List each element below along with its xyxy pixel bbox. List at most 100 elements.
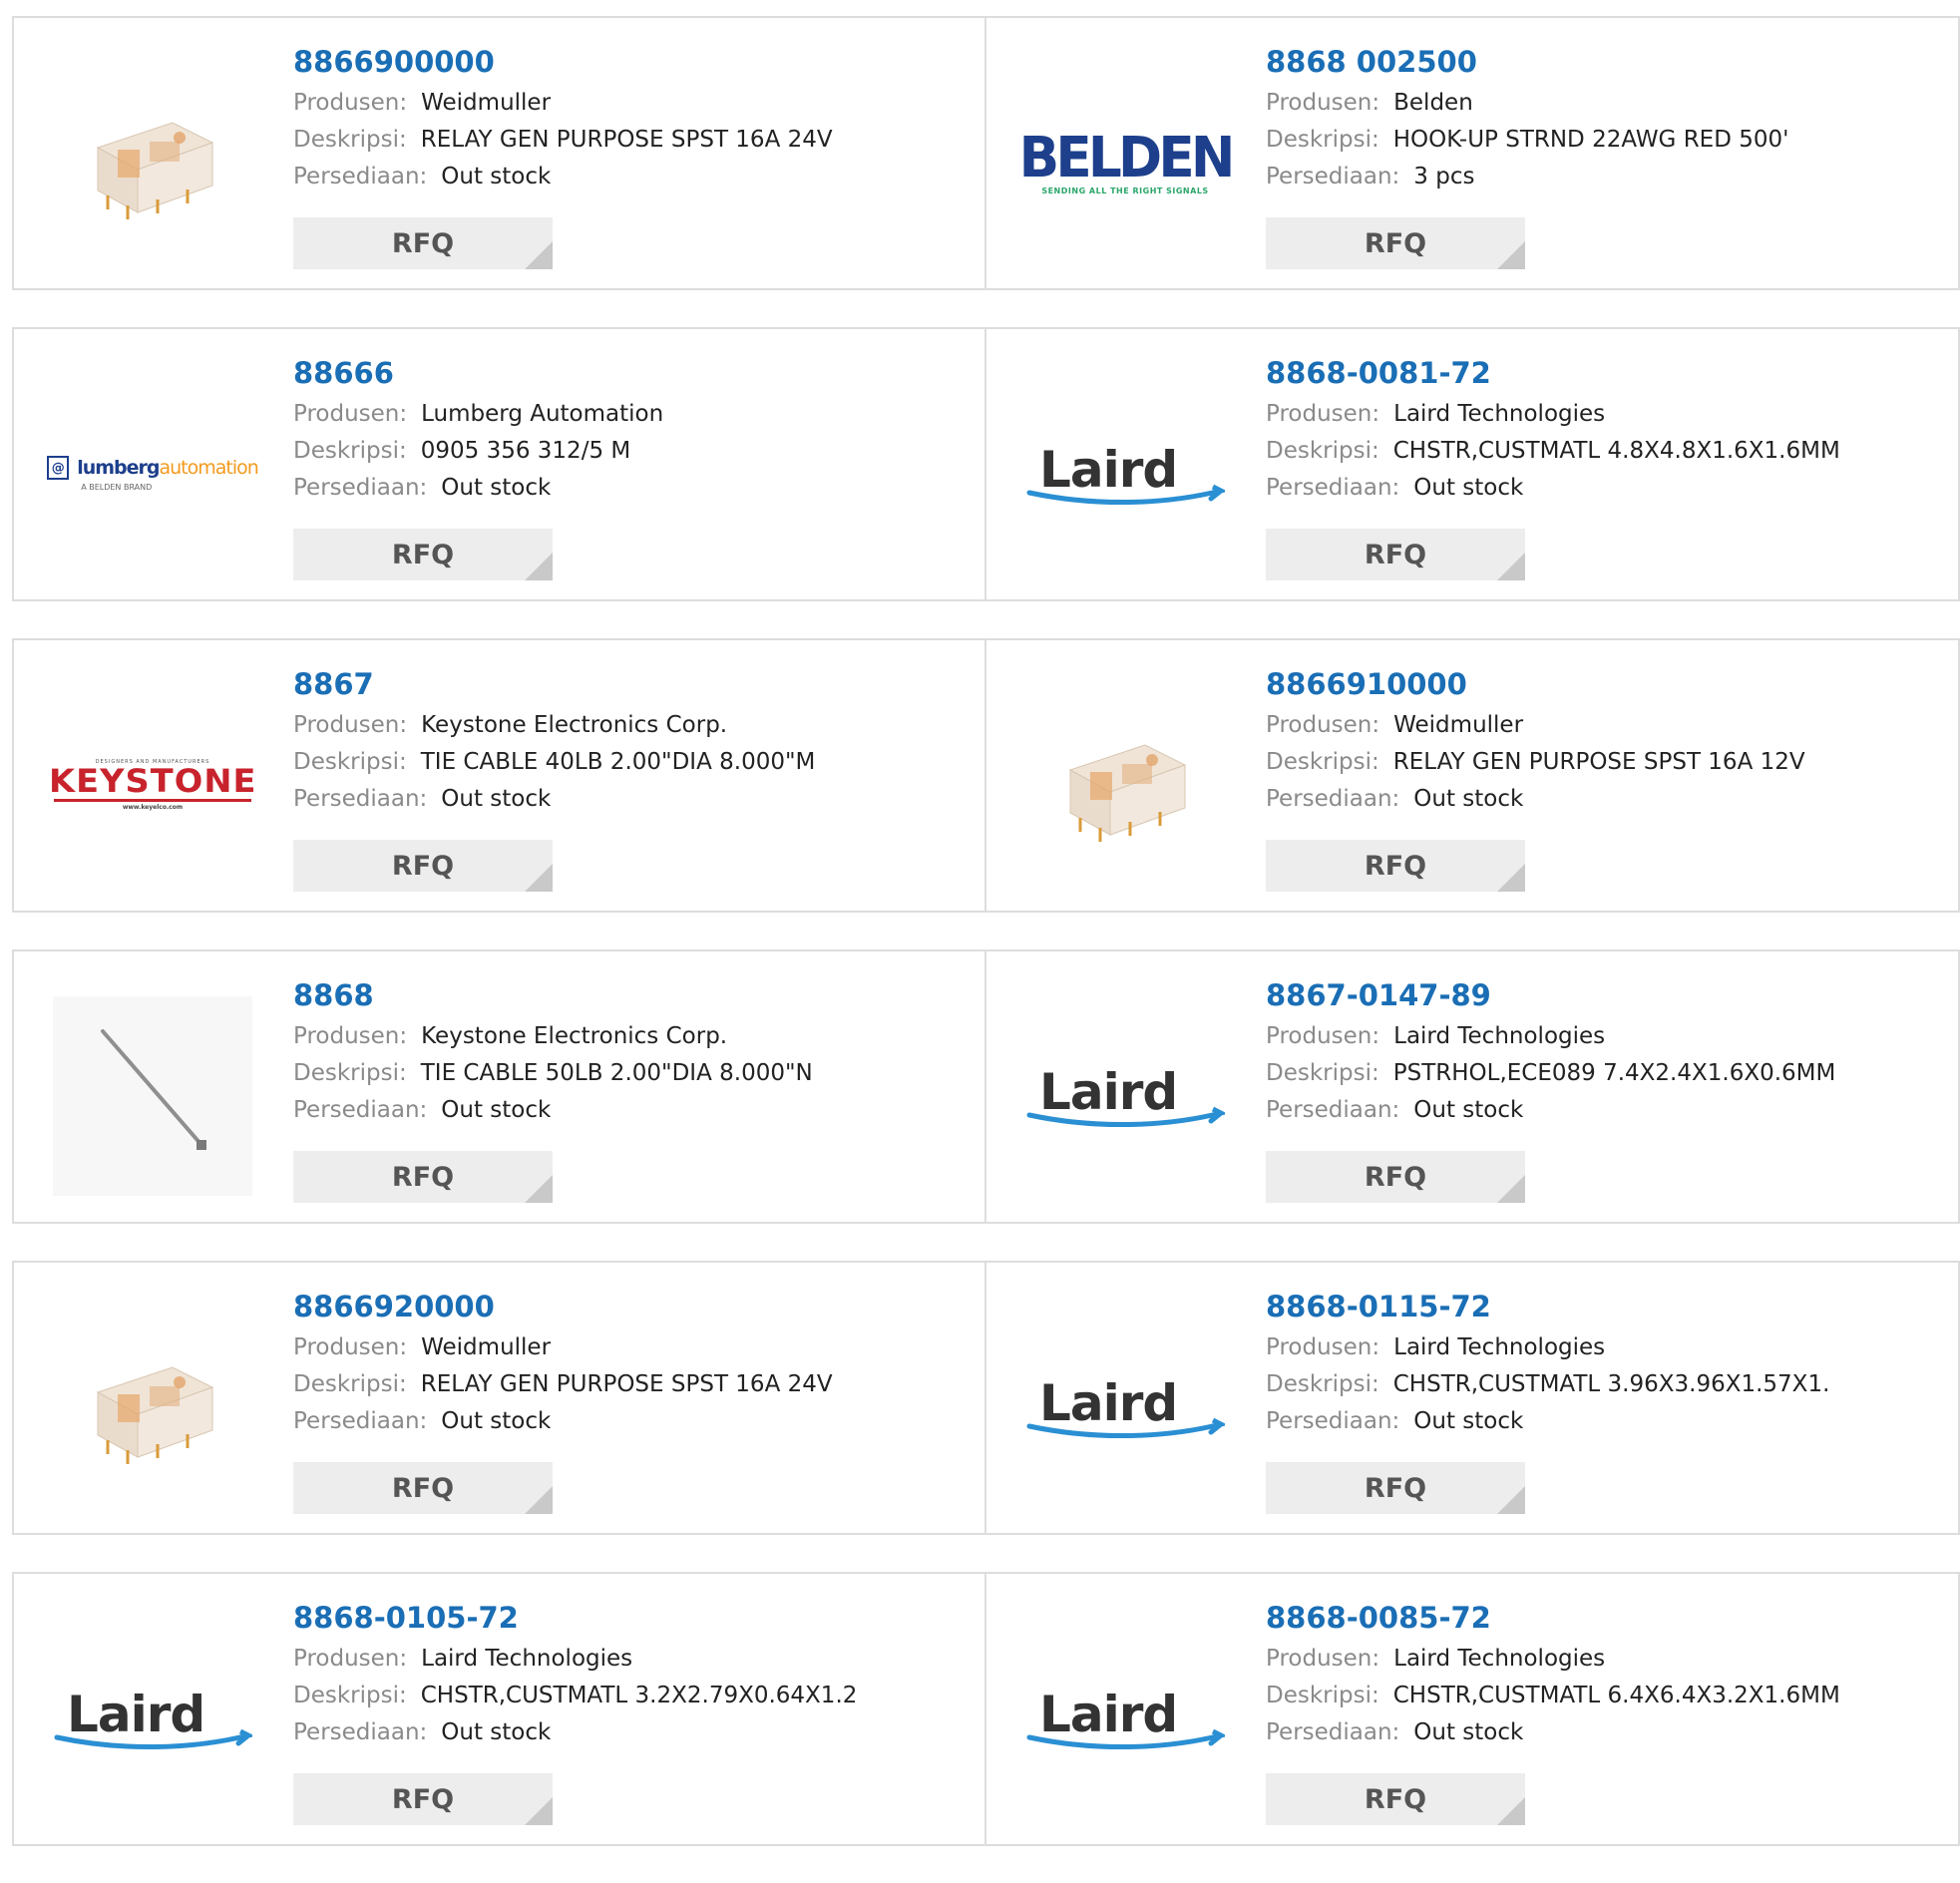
product-thumbnail[interactable]: @ lumberg automation A BELDEN BRAND [47, 373, 259, 574]
product-card: @ lumberg automation A BELDEN BRAND 88666 Pro… [12, 327, 986, 601]
manufacturer-label: Produsen: [293, 712, 408, 738]
product-row: 8866900000 Produsen: Weidmuller Deskripsi: R… [12, 16, 1960, 290]
description-value: RELAY GEN PURPOSE SPST 16A 24V [420, 1371, 833, 1397]
part-number-link[interactable]: 8866920000 [293, 1290, 833, 1323]
manufacturer-label: Produsen: [293, 90, 408, 116]
product-card: Laird 8868-0081-72 Produsen: Laird Technolo… [986, 327, 1960, 601]
product-card: DESIGNERS AND MANUFACTURERS KEYSTONE www.k… [12, 638, 986, 913]
manufacturer-label: Produsen: [293, 1023, 408, 1049]
product-thumbnail[interactable]: BELDEN SENDING ALL THE RIGHT SIGNALS [1018, 62, 1235, 263]
product-thumbnail[interactable] [52, 1307, 253, 1508]
part-number-link[interactable]: 8868 [293, 978, 813, 1012]
manufacturer-label: Produsen: [1266, 1023, 1380, 1049]
stock-label: Persediaan: [1266, 1719, 1400, 1745]
product-row: 8866920000 Produsen: Weidmuller Deskripsi: R… [12, 1261, 1960, 1535]
rfq-button[interactable]: RFQ [293, 217, 553, 269]
rfq-button[interactable]: RFQ [293, 1151, 553, 1203]
stock-label: Persediaan: [1266, 1097, 1400, 1123]
stock-value: Out stock [441, 475, 552, 501]
stock-label: Persediaan: [1266, 164, 1400, 189]
manufacturer-label: Produsen: [1266, 712, 1380, 738]
cable-tie-image [53, 996, 252, 1196]
rfq-button[interactable]: RFQ [1266, 1151, 1525, 1203]
manufacturer-value: Keystone Electronics Corp. [421, 712, 728, 738]
stock-value: Out stock [1413, 475, 1524, 501]
stock-label: Persediaan: [293, 475, 428, 501]
product-card: 8866910000 Produsen: Weidmuller Deskripsi: R… [986, 638, 1960, 913]
rfq-button[interactable]: RFQ [1266, 1462, 1525, 1514]
rfq-button[interactable]: RFQ [1266, 217, 1525, 269]
description-value: CHSTR,CUSTMATL 6.4X6.4X3.2X1.6MM [1392, 1683, 1840, 1708]
product-card: 8866900000 Produsen: Weidmuller Deskripsi: R… [12, 16, 986, 290]
manufacturer-value: Laird Technologies [1393, 1646, 1606, 1672]
part-number-link[interactable]: 8866910000 [1266, 667, 1805, 701]
description-value: CHSTR,CUSTMATL 4.8X4.8X1.6X1.6MM [1392, 438, 1840, 464]
product-thumbnail[interactable]: Laird [1024, 1618, 1226, 1819]
description-label: Deskripsi: [1266, 1060, 1379, 1086]
product-thumbnail[interactable] [52, 62, 253, 263]
description-label: Deskripsi: [293, 1060, 407, 1086]
description-value: TIE CABLE 50LB 2.00"DIA 8.000"N [420, 1060, 813, 1086]
description-value: CHSTR,CUSTMATL 3.2X2.79X0.64X1.2 [420, 1683, 858, 1708]
description-label: Deskripsi: [1266, 438, 1379, 464]
stock-value: Out stock [1413, 1408, 1524, 1434]
stock-value: Out stock [441, 1097, 552, 1123]
rfq-button[interactable]: RFQ [1266, 529, 1525, 580]
manufacturer-value: Belden [1393, 90, 1473, 116]
part-number-link[interactable]: 8867 [293, 667, 815, 701]
part-number-link[interactable]: 88666 [293, 356, 663, 390]
product-thumbnail[interactable]: Laird [52, 1618, 253, 1819]
description-label: Deskripsi: [1266, 127, 1379, 153]
relay-image [96, 1366, 214, 1464]
description-value: TIE CABLE 40LB 2.00"DIA 8.000"M [420, 749, 816, 775]
rfq-button[interactable]: RFQ [293, 840, 553, 892]
description-value: RELAY GEN PURPOSE SPST 16A 12V [1392, 749, 1805, 775]
keystone-logo: DESIGNERS AND MANUFACTURERS KEYSTONE www.k… [48, 759, 257, 811]
rfq-button[interactable]: RFQ [293, 1462, 553, 1514]
part-number-link[interactable]: 8866900000 [293, 45, 833, 79]
rfq-button[interactable]: RFQ [1266, 1773, 1525, 1825]
description-label: Deskripsi: [293, 127, 407, 153]
relay-image [1068, 744, 1187, 842]
product-card: 8866920000 Produsen: Weidmuller Deskripsi: R… [12, 1261, 986, 1535]
manufacturer-label: Produsen: [293, 1646, 408, 1672]
stock-label: Persediaan: [293, 1719, 428, 1745]
manufacturer-value: Laird Technologies [1393, 1334, 1606, 1360]
stock-value: 3 pcs [1413, 164, 1475, 189]
product-thumbnail[interactable]: Laird [1024, 373, 1226, 574]
part-number-link[interactable]: 8868 002500 [1266, 45, 1788, 79]
product-row: Laird 8868-0105-72 Produsen: Laird Technolo… [12, 1572, 1960, 1846]
product-card: 8868 Produsen: Keystone Electronics Corp. D… [12, 949, 986, 1224]
stock-value: Out stock [441, 1719, 552, 1745]
product-row: 8868 Produsen: Keystone Electronics Corp. D… [12, 949, 1960, 1224]
product-card: BELDEN SENDING ALL THE RIGHT SIGNALS 8868 … [986, 16, 1960, 290]
manufacturer-value: Lumberg Automation [421, 401, 664, 427]
part-number-link[interactable]: 8867-0147-89 [1266, 978, 1835, 1012]
manufacturer-label: Produsen: [293, 1334, 408, 1360]
product-thumbnail[interactable] [1024, 684, 1226, 886]
manufacturer-value: Weidmuller [1393, 712, 1524, 738]
part-number-link[interactable]: 8868-0115-72 [1266, 1290, 1829, 1323]
description-label: Deskripsi: [293, 1371, 407, 1397]
description-label: Deskripsi: [293, 438, 407, 464]
product-thumbnail[interactable]: DESIGNERS AND MANUFACTURERS KEYSTONE www.k… [48, 684, 257, 886]
rfq-button[interactable]: RFQ [1266, 840, 1525, 892]
laird-logo: Laird [1025, 1684, 1225, 1753]
rfq-button[interactable]: RFQ [293, 1773, 553, 1825]
product-thumbnail[interactable]: Laird [1024, 1307, 1226, 1508]
part-number-link[interactable]: 8868-0085-72 [1266, 1601, 1840, 1635]
manufacturer-value: Laird Technologies [1393, 1023, 1606, 1049]
product-card: Laird 8867-0147-89 Produsen: Laird Technolo… [986, 949, 1960, 1224]
part-number-link[interactable]: 8868-0081-72 [1266, 356, 1840, 390]
manufacturer-label: Produsen: [1266, 90, 1380, 116]
laird-logo: Laird [1025, 439, 1225, 509]
description-label: Deskripsi: [1266, 749, 1379, 775]
product-thumbnail[interactable]: Laird [1024, 995, 1226, 1197]
stock-label: Persediaan: [1266, 1408, 1400, 1434]
stock-value: Out stock [1413, 1097, 1524, 1123]
product-thumbnail[interactable] [52, 995, 253, 1197]
stock-value: Out stock [441, 1408, 552, 1434]
part-number-link[interactable]: 8868-0105-72 [293, 1601, 857, 1635]
description-value: PSTRHOL,ECE089 7.4X2.4X1.6X0.6MM [1392, 1060, 1836, 1086]
rfq-button[interactable]: RFQ [293, 529, 553, 580]
